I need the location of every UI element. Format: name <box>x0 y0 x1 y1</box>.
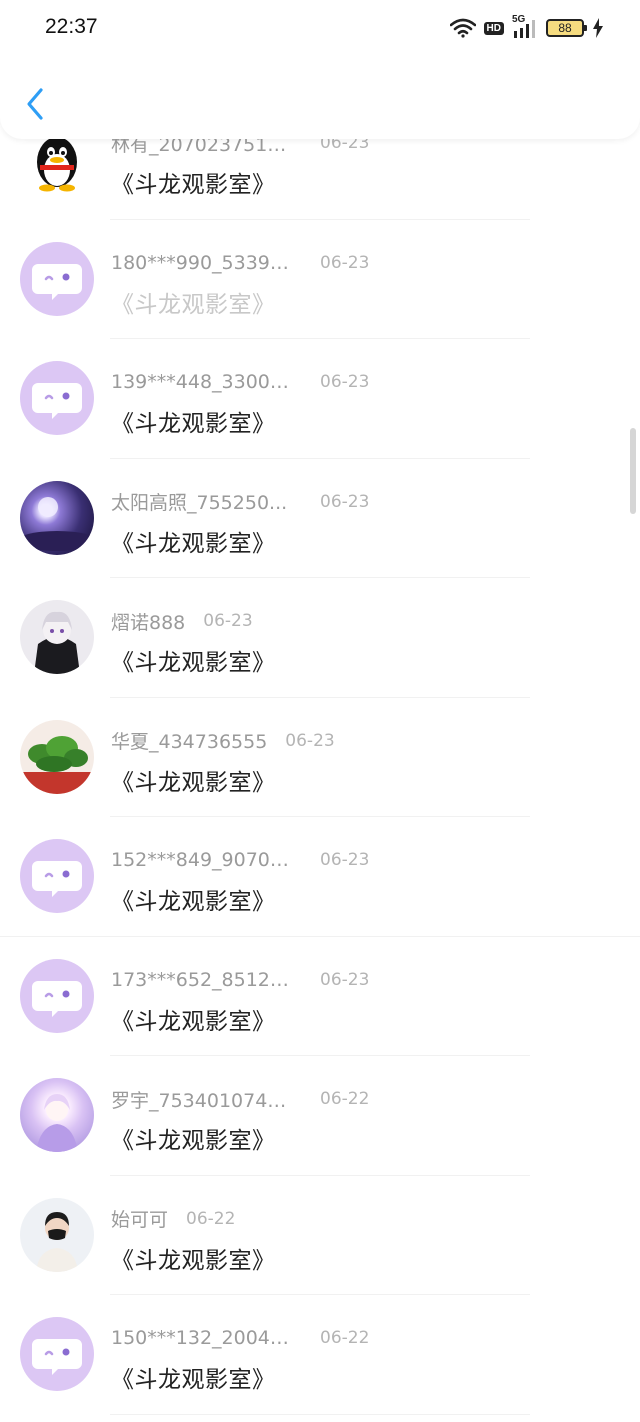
list-item[interactable]: 180***990_53399... 06-23 《斗龙观影室》 <box>0 220 640 339</box>
avatar <box>20 958 94 1033</box>
list-item[interactable]: 139***448_33004... 06-23 《斗龙观影室》 <box>0 339 640 459</box>
list-item[interactable]: 熠诺888 06-23 《斗龙观影室》 <box>0 578 640 698</box>
item-date: 06-22 <box>320 1328 370 1348</box>
item-title: 《斗龙观影室》 <box>111 1367 276 1393</box>
avatar <box>20 839 94 913</box>
battery-level: 88 <box>558 21 572 35</box>
list-item[interactable]: 152***849_90703... 06-23 《斗龙观影室》 <box>0 817 640 937</box>
chat-bubble-icon <box>32 861 82 897</box>
item-date: 06-23 <box>320 850 370 870</box>
back-button[interactable] <box>20 82 52 126</box>
item-meta: 150***132_20048... 06-22 <box>111 1325 369 1351</box>
avatar <box>20 1317 94 1391</box>
sender-name: 150***132_20048... <box>111 1327 293 1349</box>
avatar <box>20 1078 94 1152</box>
divider <box>110 1413 530 1415</box>
sender-name: 熠诺888 <box>111 611 186 634</box>
avatar <box>20 719 94 794</box>
item-title: 《斗龙观影室》 <box>111 291 276 318</box>
item-title: 《斗龙观影室》 <box>111 172 276 198</box>
sender-name: 139***448_33004... <box>111 371 293 393</box>
battery-indicator: 88 <box>546 19 587 37</box>
item-date: 06-23 <box>203 611 253 631</box>
list-item[interactable]: 始可可 06-22 《斗龙观影室》 <box>0 1176 640 1295</box>
item-meta: 152***849_90703... 06-23 <box>111 847 369 873</box>
anime-avatar-icon <box>36 1094 78 1152</box>
item-date: 06-23 <box>320 491 370 512</box>
scrollbar[interactable] <box>630 428 636 514</box>
chat-bubble-icon <box>32 383 82 419</box>
sender-name: 180***990_53399... <box>111 251 293 274</box>
item-date: 06-23 <box>320 372 370 392</box>
item-title: 《斗龙观影室》 <box>111 1008 276 1035</box>
item-title: 《斗龙观影室》 <box>111 1247 276 1274</box>
item-meta: 173***652_85122... 06-23 <box>111 967 369 993</box>
item-meta: 180***990_53399... 06-23 <box>111 250 369 276</box>
chevron-left-icon <box>27 88 43 120</box>
list-item[interactable]: 华夏_434736555 06-23 《斗龙观影室》 <box>0 698 640 817</box>
list-item[interactable]: 150***132_20048... 06-22 《斗龙观影室》 <box>0 1295 640 1415</box>
item-title: 《斗龙观影室》 <box>111 889 276 915</box>
wifi-icon <box>449 18 476 38</box>
item-meta: 始可可 06-22 <box>111 1206 235 1232</box>
item-meta: 华夏_434736555 06-23 <box>111 728 335 754</box>
plant-icon <box>20 735 94 794</box>
item-meta: 罗宇_7534010744... 06-22 <box>111 1086 369 1112</box>
item-meta: 太阳高照_755250... 06-23 <box>111 489 369 515</box>
item-date: 06-23 <box>320 252 370 273</box>
anime-avatar-icon <box>34 611 80 674</box>
item-title: 《斗龙观影室》 <box>111 411 276 437</box>
avatar <box>20 361 94 435</box>
item-title: 《斗龙观影室》 <box>111 1128 276 1154</box>
sender-name: 173***652_85122... <box>111 968 293 991</box>
item-date: 06-23 <box>285 730 335 751</box>
charging-bolt-icon <box>593 18 603 38</box>
list-item[interactable]: 罗宇_7534010744... 06-22 《斗龙观影室》 <box>0 1056 640 1176</box>
sender-name: 太阳高照_755250... <box>111 492 288 514</box>
avatar <box>20 1197 94 1272</box>
avatar <box>20 241 94 316</box>
person-avatar-icon <box>36 1211 78 1272</box>
status-icons: HD 5G 88 <box>449 14 604 40</box>
item-meta: 熠诺888 06-23 <box>111 608 253 634</box>
signal-bars-icon <box>514 20 535 38</box>
item-title: 《斗龙观影室》 <box>111 769 276 796</box>
chat-bubble-icon <box>32 1339 82 1375</box>
item-meta: 139***448_33004... 06-23 <box>111 369 369 395</box>
sender-name: 华夏_434736555 <box>111 731 268 753</box>
screen: 林有_2070237517... 06-23 《斗龙观影室》 180***990… <box>0 0 640 1422</box>
chat-bubble-icon <box>32 263 82 300</box>
list-item[interactable]: 173***652_85122... 06-23 《斗龙观影室》 <box>0 937 640 1056</box>
list-item[interactable]: 太阳高照_755250... 06-23 《斗龙观影室》 <box>0 459 640 578</box>
sender-name: 罗宇_7534010744... <box>111 1089 293 1112</box>
item-date: 06-22 <box>186 1208 236 1229</box>
sender-name: 152***849_90703... <box>111 849 293 871</box>
avatar <box>20 600 94 674</box>
sender-name: 始可可 <box>111 1209 169 1231</box>
item-title: 《斗龙观影室》 <box>111 530 276 557</box>
message-list[interactable]: 林有_2070237517... 06-23 《斗龙观影室》 180***990… <box>0 100 640 1415</box>
top-bar: 22:37 HD 5G 88 <box>0 0 640 139</box>
item-title: 《斗龙观影室》 <box>111 650 276 676</box>
status-time: 22:37 <box>45 15 98 38</box>
chat-bubble-icon <box>32 980 82 1017</box>
item-date: 06-23 <box>320 969 370 990</box>
item-date: 06-22 <box>320 1089 370 1109</box>
planet-icon <box>20 496 94 551</box>
avatar <box>20 480 94 555</box>
cellular-signal-icon: 5G <box>512 14 538 39</box>
hd-badge: HD <box>483 21 504 35</box>
